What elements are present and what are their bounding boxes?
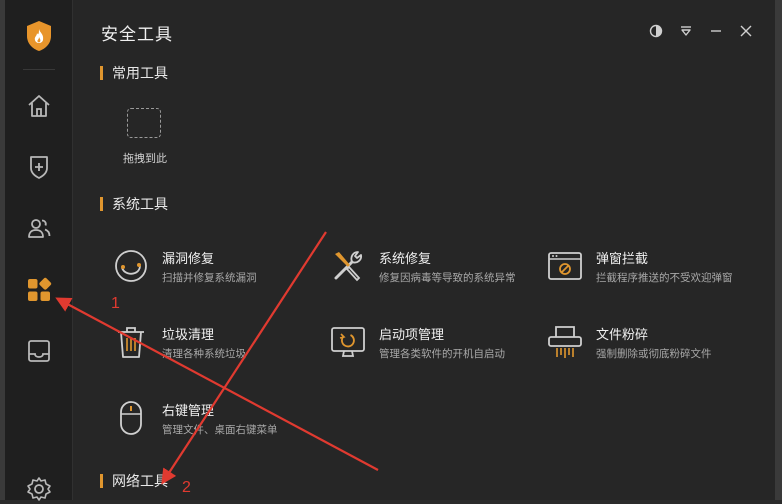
- section-title: 系统工具: [112, 197, 168, 213]
- popup-block-icon: [548, 252, 582, 280]
- section-accent-bar: [100, 197, 103, 211]
- patch-icon: [115, 250, 147, 282]
- background-window-edge-right: [775, 0, 782, 500]
- users-icon: [28, 219, 51, 238]
- menu-icon: [681, 26, 691, 36]
- menu-button[interactable]: [677, 22, 695, 40]
- monitor-startup-icon: [331, 327, 365, 357]
- sidebar-item-users[interactable]: [24, 213, 54, 243]
- tool-system-repair[interactable]: 系统修复 修复因病毒等导致的系统异常: [330, 244, 540, 290]
- sidebar-item-protection[interactable]: [24, 152, 54, 182]
- tool-description: 清理各种系统垃圾: [162, 348, 246, 360]
- sidebar-item-home[interactable]: [24, 91, 54, 121]
- tool-description: 扫描并修复系统漏洞: [162, 272, 257, 284]
- tool-popup-block[interactable]: 弹窗拦截 拦截程序推送的不受欢迎弹窗: [547, 244, 757, 290]
- annotation-label-1: 1: [111, 295, 120, 312]
- section-header-network: 网络工具: [100, 471, 168, 491]
- tool-name: 弹窗拦截: [596, 252, 649, 267]
- section-accent-bar: [100, 474, 103, 488]
- tray-icon: [28, 340, 50, 362]
- section-header-common: 常用工具: [100, 63, 168, 83]
- logo-divider: [23, 69, 55, 70]
- tool-vulnerability-fix[interactable]: 漏洞修复 扫描并修复系统漏洞: [113, 244, 323, 290]
- sidebar-item-inbox[interactable]: [24, 336, 54, 366]
- trash-icon: [118, 327, 144, 358]
- tool-name: 文件粉碎: [596, 328, 649, 343]
- minimize-button[interactable]: [707, 22, 725, 40]
- tool-context-menu[interactable]: 右键管理 管理文件、桌面右键菜单: [113, 396, 323, 442]
- window-title: 安全工具: [101, 25, 173, 45]
- tool-description: 修复因病毒等导致的系统异常: [379, 272, 516, 284]
- settings-icon: [27, 477, 51, 501]
- tool-file-shredder[interactable]: 文件粉碎 强制删除或彻底粉碎文件: [547, 320, 757, 366]
- mouse-icon: [120, 401, 142, 435]
- apps-grid-icon: [28, 277, 52, 301]
- annotation-label-2: 2: [182, 479, 191, 496]
- shredder-icon: [548, 326, 582, 358]
- main-panel: 安全工具 常用工具 拖拽到此 系统工具 漏洞修复 扫描并修复系统漏洞 系统修复 …: [73, 0, 775, 500]
- sidebar-item-tools[interactable]: [24, 275, 54, 305]
- skin-icon: [649, 24, 663, 38]
- tool-name: 漏洞修复: [162, 252, 215, 267]
- tool-name: 垃圾清理: [162, 328, 215, 343]
- tool-name: 右键管理: [162, 404, 215, 419]
- shield-flame-logo: [26, 20, 52, 52]
- section-title: 常用工具: [112, 66, 168, 82]
- tool-description: 拦截程序推送的不受欢迎弹窗: [596, 272, 733, 284]
- sidebar: [5, 0, 73, 501]
- tool-startup-manager[interactable]: 启动项管理 管理各类软件的开机自启动: [330, 320, 540, 366]
- minimize-icon: [711, 30, 721, 32]
- shield-plus-icon: [30, 156, 48, 179]
- home-icon: [28, 95, 50, 117]
- tool-description: 管理各类软件的开机自启动: [379, 348, 505, 360]
- tool-description: 强制删除或彻底粉碎文件: [596, 348, 712, 360]
- section-title: 网络工具: [112, 474, 168, 490]
- drop-slot[interactable]: [127, 108, 161, 138]
- tool-description: 管理文件、桌面右键菜单: [162, 424, 278, 436]
- wrench-screwdriver-icon: [334, 251, 363, 282]
- section-accent-bar: [100, 66, 103, 80]
- tool-name: 系统修复: [379, 252, 432, 267]
- drop-slot-label: 拖拽到此: [123, 152, 167, 165]
- tool-name: 启动项管理: [379, 328, 445, 343]
- skin-button[interactable]: [647, 22, 665, 40]
- close-button[interactable]: [737, 22, 755, 40]
- tool-junk-clean[interactable]: 垃圾清理 清理各种系统垃圾: [113, 320, 323, 366]
- close-icon: [740, 25, 752, 37]
- section-header-system: 系统工具: [100, 194, 168, 214]
